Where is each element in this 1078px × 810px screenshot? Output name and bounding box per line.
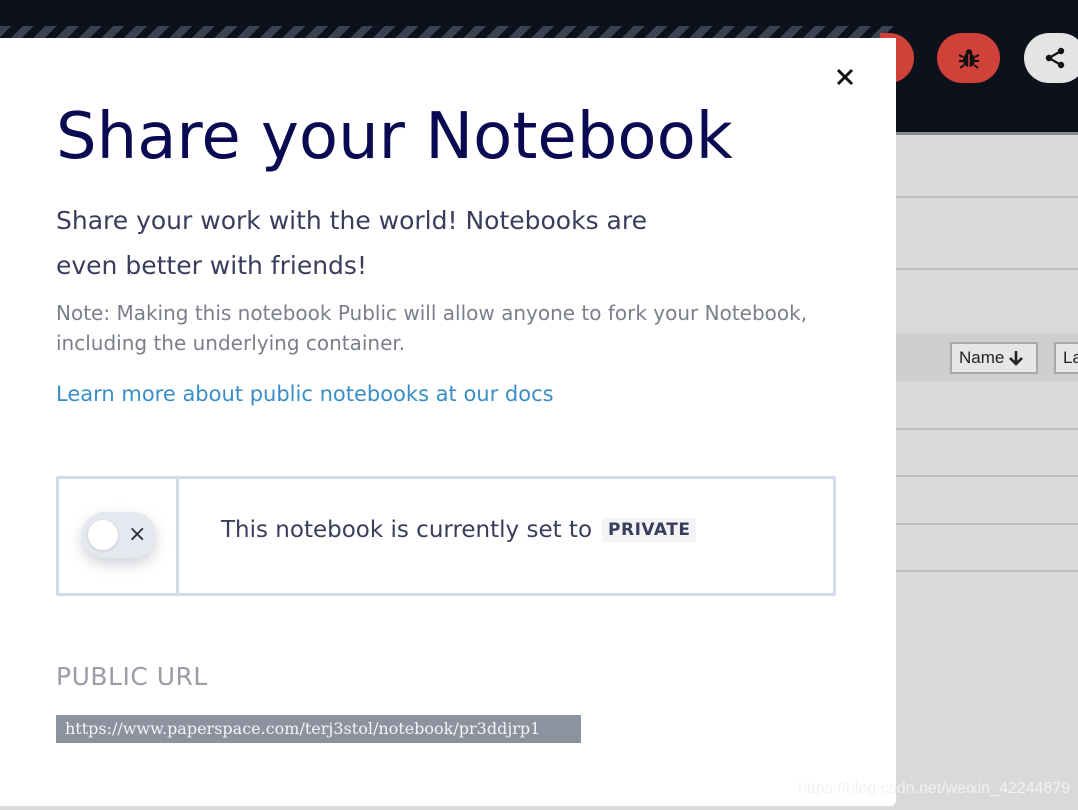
- share-icon: [1045, 47, 1065, 69]
- public-toggle[interactable]: ×: [82, 512, 156, 558]
- toggle-knob: [88, 520, 118, 550]
- topbar-stripe-decoration: [0, 26, 896, 38]
- privacy-status-badge: PRIVATE: [602, 518, 697, 542]
- public-note: Note: Making this notebook Public will a…: [56, 301, 808, 355]
- list-divider: [896, 570, 1078, 572]
- toggle-cell: ×: [59, 479, 179, 593]
- list-divider: [896, 523, 1078, 525]
- share-notebook-modal: Share your Notebook Share your work with…: [0, 38, 896, 806]
- arrow-down-icon: [1009, 351, 1024, 366]
- sort-name-label: Name: [959, 348, 1005, 367]
- privacy-status-label: This notebook is currently set to: [221, 517, 593, 543]
- share-button[interactable]: [1024, 33, 1078, 83]
- close-button[interactable]: [830, 62, 860, 92]
- bug-icon: [958, 49, 979, 69]
- privacy-status-text: This notebook is currently set to PRIVAT…: [221, 517, 697, 543]
- sort-secondary-button[interactable]: La: [1054, 342, 1078, 374]
- bug-button[interactable]: [937, 33, 1000, 83]
- sort-name-button[interactable]: Name: [950, 342, 1038, 374]
- sort-secondary-label: La: [1063, 348, 1078, 367]
- list-divider: [896, 196, 1078, 198]
- privacy-setting-box: × This notebook is currently set to PRIV…: [56, 476, 836, 596]
- public-url-label: PUBLIC URL: [56, 662, 208, 691]
- background-file-list: [896, 135, 1078, 810]
- modal-subtitle: Share your work with the world! Notebook…: [56, 206, 647, 280]
- list-divider: [896, 475, 1078, 477]
- close-icon: [836, 68, 854, 86]
- list-divider: [896, 268, 1078, 270]
- toggle-off-icon: ×: [128, 522, 147, 547]
- watermark: https://blog.csdn.net/weixin_42244879: [798, 780, 1071, 797]
- list-divider: [896, 428, 1078, 430]
- docs-link[interactable]: Learn more about public notebooks at our…: [56, 382, 554, 406]
- public-url-value[interactable]: https://www.paperspace.com/terj3stol/not…: [56, 715, 581, 743]
- modal-title: Share your Notebook: [56, 100, 733, 174]
